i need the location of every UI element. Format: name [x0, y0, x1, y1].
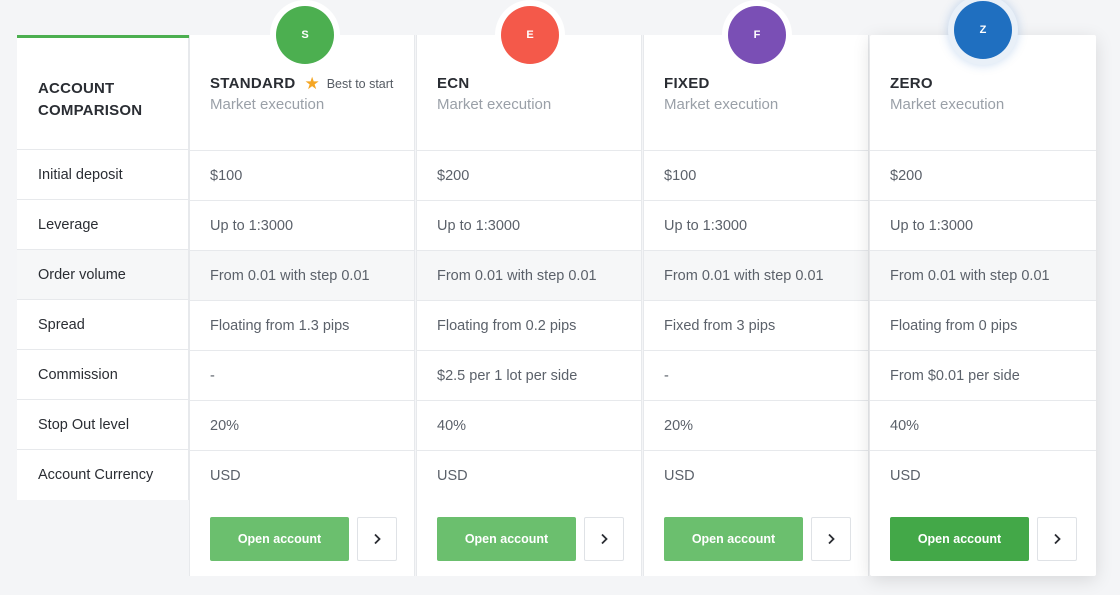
account-column-ecn: E ECN Market execution $200 Up to 1:3000… [416, 0, 642, 576]
value-stop-out-level: 20% [190, 401, 414, 451]
value-commission: From $0.01 per side [870, 351, 1096, 401]
value-commission: - [644, 351, 868, 401]
value-order-volume: From 0.01 with step 0.01 [417, 251, 641, 301]
value-account-currency: USD [210, 468, 241, 484]
execution-type: Market execution [437, 96, 552, 113]
execution-type: Market execution [210, 96, 325, 113]
value-leverage: Up to 1:3000 [644, 201, 868, 251]
account-column-standard: S STANDARD ★ Best to start Market execut… [189, 0, 415, 576]
value-commission: - [190, 351, 414, 401]
row-label-initial-deposit: Initial deposit [17, 150, 189, 200]
value-spread: Floating from 1.3 pips [190, 301, 414, 351]
execution-type: Market execution [664, 96, 779, 113]
value-account-currency: USD [890, 468, 921, 484]
value-leverage: Up to 1:3000 [870, 201, 1096, 251]
details-arrow-button[interactable] [811, 517, 851, 561]
avatar-circle: F [728, 6, 786, 64]
value-stop-out-level: 40% [870, 401, 1096, 451]
open-account-button[interactable]: Open account [210, 517, 349, 561]
avatar-ecn: E [495, 0, 565, 70]
row-label-stop-out-level: Stop Out level [17, 400, 189, 450]
account-column-zero: Z ZERO Market execution $200 Up to 1:300… [870, 0, 1096, 576]
open-account-button[interactable]: Open account [437, 517, 576, 561]
value-initial-deposit: $100 [190, 151, 414, 201]
chevron-right-icon [828, 533, 835, 545]
value-stop-out-level: 20% [644, 401, 868, 451]
value-initial-deposit: $100 [644, 151, 868, 201]
chevron-right-icon [1054, 533, 1061, 545]
row-label-commission: Commission [17, 350, 189, 400]
details-arrow-button[interactable] [1037, 517, 1077, 561]
avatar-standard: S [270, 0, 340, 70]
value-order-volume: From 0.01 with step 0.01 [190, 251, 414, 301]
value-stop-out-level: 40% [417, 401, 641, 451]
value-account-currency: USD [664, 468, 695, 484]
execution-type: Market execution [890, 96, 1005, 113]
value-initial-deposit: $200 [870, 151, 1096, 201]
value-account-currency: USD [437, 468, 468, 484]
value-spread: Fixed from 3 pips [644, 301, 868, 351]
chevron-right-icon [374, 533, 381, 545]
value-initial-deposit: $200 [417, 151, 641, 201]
avatar-circle: S [276, 6, 334, 64]
avatar-circle: E [501, 6, 559, 64]
value-order-volume: From 0.01 with step 0.01 [644, 251, 868, 301]
open-account-button[interactable]: Open account [664, 517, 803, 561]
value-order-volume: From 0.01 with step 0.01 [870, 251, 1096, 301]
row-label-spread: Spread [17, 300, 189, 350]
account-name: ZERO [890, 75, 933, 92]
value-leverage: Up to 1:3000 [190, 201, 414, 251]
value-spread: Floating from 0.2 pips [417, 301, 641, 351]
account-name: STANDARD [210, 75, 296, 92]
row-label-order-volume: Order volume [17, 250, 189, 300]
open-account-button[interactable]: Open account [890, 517, 1029, 561]
details-arrow-button[interactable] [584, 517, 624, 561]
value-leverage: Up to 1:3000 [417, 201, 641, 251]
account-name: ECN [437, 75, 470, 92]
avatar-circle: Z [954, 1, 1012, 59]
best-to-start-badge: Best to start [326, 76, 394, 91]
row-label-leverage: Leverage [17, 200, 189, 250]
account-name: FIXED [664, 75, 710, 92]
comparison-labels-column: ACCOUNT COMPARISON Initial deposit Lever… [17, 35, 189, 500]
star-icon: ★ [304, 74, 320, 93]
account-column-fixed: F FIXED Market execution $100 Up to 1:30… [643, 0, 869, 576]
value-commission: $2.5 per 1 lot per side [417, 351, 641, 401]
value-spread: Floating from 0 pips [870, 301, 1096, 351]
avatar-fixed: F [722, 0, 792, 70]
chevron-right-icon [601, 533, 608, 545]
row-label-account-currency: Account Currency [17, 450, 189, 500]
details-arrow-button[interactable] [357, 517, 397, 561]
comparison-title: ACCOUNT COMPARISON [17, 38, 189, 150]
